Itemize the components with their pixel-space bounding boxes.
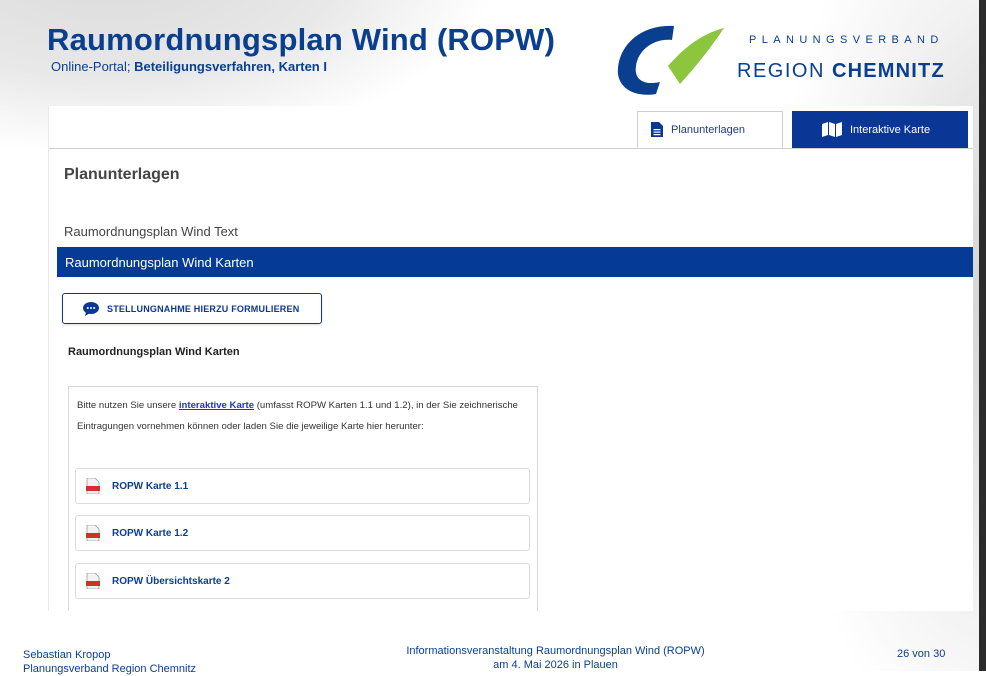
footer-organisation: Planungsverband Region Chemnitz — [23, 663, 197, 675]
file-item-label: ROPW Übersichtskarte 2 — [112, 575, 230, 587]
info-text: Bitte nutzen Sie unsere interaktive Kart… — [77, 395, 532, 437]
footer-page-number: 26 von 30 — [897, 648, 946, 660]
file-item-label: ROPW Karte 1.1 — [112, 480, 189, 492]
logo-chemnitz: CHEMNITZ — [831, 60, 945, 82]
slide-title: Raumordnungsplan Wind (ROPW) — [47, 22, 556, 57]
download-box: Bitte nutzen Sie unsere interaktive Kart… — [68, 386, 538, 611]
comment-icon — [83, 301, 99, 316]
statement-button-label: STELLUNGNAHME HIERZU FORMULIEREN — [107, 303, 300, 314]
pdf-icon — [86, 478, 100, 494]
subtitle-bold: Beteiligungsverfahren, Karten I — [134, 59, 327, 74]
footer-author: Sebastian Kropop — [23, 649, 111, 661]
footer-event-line-1: Informationsveranstaltung Raumordnungspl… — [406, 645, 705, 657]
pdf-icon — [86, 573, 100, 589]
tab-interaktive-karte-label: Interaktive Karte — [850, 123, 931, 136]
logo-mark-icon — [617, 25, 724, 95]
map-icon — [822, 122, 842, 137]
nav-item-wind-karten[interactable]: Raumordnungsplan Wind Karten — [57, 247, 973, 277]
info-text-before: Bitte nutzen Sie unsere — [77, 400, 179, 411]
content-heading: Raumordnungsplan Wind Karten — [68, 346, 240, 358]
tab-interaktive-karte[interactable]: Interaktive Karte — [792, 111, 968, 148]
portal-screenshot: Planunterlagen Interaktive Karte Planunt… — [48, 106, 973, 611]
tab-planunterlagen-label: Planunterlagen — [671, 123, 746, 136]
slide-subtitle: Online-Portal; Beteiligungsverfahren, Ka… — [51, 59, 327, 74]
footer-author-block: Sebastian Kropop Planungsverband Region … — [23, 648, 196, 676]
file-item-label: ROPW Karte 1.2 — [112, 527, 189, 539]
nav-item-wind-text[interactable]: Raumordnungsplan Wind Text — [64, 224, 238, 239]
interactive-map-link[interactable]: interaktive Karte — [179, 400, 254, 411]
file-item-uebersichtskarte-2[interactable]: ROPW Übersichtskarte 2 — [75, 563, 530, 599]
file-item-karte-1-2[interactable]: ROPW Karte 1.2 — [75, 515, 530, 551]
footer-event-block: Informationsveranstaltung Raumordnungspl… — [368, 644, 743, 672]
portal-tab-bar: Planunterlagen Interaktive Karte — [49, 106, 973, 149]
planungsverband-logo: PLANUNGSVERBAND REGION CHEMNITZ — [612, 20, 958, 100]
footer-event-line-2: am 4. Mai 2026 in Plauen — [493, 659, 618, 671]
slide-right-edge — [979, 0, 986, 671]
logo-line-2: REGION CHEMNITZ — [737, 60, 945, 83]
subtitle-prefix: Online-Portal; — [51, 59, 135, 74]
tab-planunterlagen[interactable]: Planunterlagen — [637, 111, 783, 148]
file-item-karte-1-1[interactable]: ROPW Karte 1.1 — [75, 468, 530, 504]
pdf-icon — [86, 525, 100, 541]
logo-line-1: PLANUNGSVERBAND — [749, 34, 944, 46]
logo-region: REGION — [737, 60, 832, 82]
statement-button[interactable]: STELLUNGNAHME HIERZU FORMULIEREN — [62, 293, 322, 324]
section-title: Planunterlagen — [64, 166, 180, 183]
document-icon — [651, 122, 663, 137]
